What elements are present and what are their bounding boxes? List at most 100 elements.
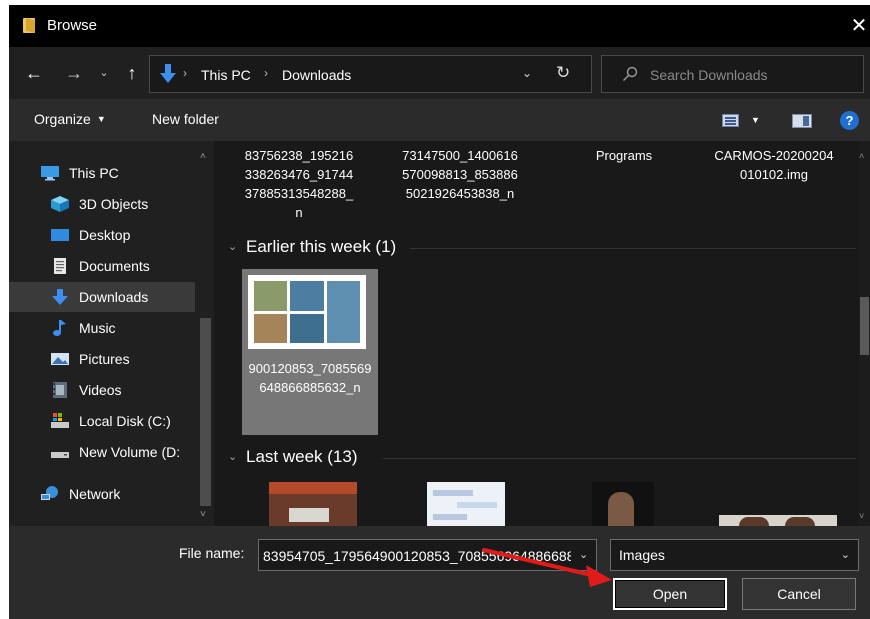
chevron-down-icon: ⌄ (228, 241, 238, 253)
file-list: 83756238_195216338263476_917443788531354… (214, 141, 870, 526)
sidebar-item-label: 3D Objects (79, 196, 149, 212)
chevron-down-icon: ⌄ (840, 549, 850, 561)
open-button[interactable]: Open (613, 578, 727, 610)
sidebar-item-label: Documents (79, 258, 150, 274)
search-icon (623, 66, 638, 81)
file-item[interactable]: CARMOS-20200204010102.img (712, 146, 836, 184)
file-type-value: Images (619, 547, 665, 563)
scroll-down-icon[interactable]: ˅ (859, 511, 864, 521)
sidebar-item-pictures[interactable]: Pictures (9, 344, 195, 374)
image-thumbnail[interactable] (719, 515, 837, 526)
sidebar-item-label: Downloads (79, 289, 149, 305)
sidebar-item-label: Music (79, 320, 116, 336)
group-divider (410, 248, 856, 249)
window-title: Browse (47, 17, 98, 34)
pictures-icon (51, 353, 69, 365)
sidebar-item-downloads[interactable]: Downloads (9, 282, 195, 312)
group-divider (383, 458, 856, 459)
view-options-icon[interactable] (722, 114, 739, 127)
sidebar-item-label: This PC (69, 165, 119, 181)
sidebar-item-local-disk-c[interactable]: Local Disk (C:) (9, 406, 195, 436)
file-item[interactable]: 83756238_195216338263476_917443788531354… (244, 146, 354, 222)
title-bar: Browse ✕ (9, 5, 870, 47)
breadcrumb-downloads[interactable]: Downloads (282, 67, 351, 83)
file-list-scrollbar[interactable]: ˄ ˅ (859, 141, 870, 526)
sidebar-item-music[interactable]: Music (9, 313, 195, 343)
up-button[interactable]: ↑ (121, 60, 143, 86)
preview-pane-icon[interactable] (792, 114, 812, 128)
group-header-label: Last week (13) (246, 447, 358, 466)
sidebar-item-label: Local Disk (C:) (79, 413, 171, 429)
folder-icon (23, 18, 35, 33)
file-name-label: File name: (179, 545, 245, 561)
scrollbar-thumb[interactable] (200, 318, 211, 506)
sidebar-item-label: New Volume (D: (79, 444, 181, 460)
drive-c-icon (51, 413, 69, 428)
command-bar: Organize ▼ New folder ▼ ? (9, 99, 870, 141)
sidebar-item-this-pc[interactable]: This PC (9, 158, 195, 188)
group-header-label: Earlier this week (1) (246, 237, 397, 256)
sidebar-item-label: Videos (79, 382, 122, 398)
file-name-combobox[interactable]: ⌄ (258, 539, 597, 571)
navigation-row: ← → ⌄ ↑ › This PC › Downloads ⌄ ↻ (9, 47, 870, 99)
comic-thumbnail (248, 275, 366, 349)
new-folder-button[interactable]: New folder (152, 111, 219, 127)
download-icon (160, 64, 176, 83)
navigation-pane: This PC 3D Objects Desktop Documents Dow… (9, 141, 214, 526)
group-header-last-week[interactable]: ⌄ Last week (13) (228, 446, 856, 470)
forward-button[interactable]: → (63, 60, 85, 86)
navigation-scrollbar[interactable]: ˄ ˅ (197, 141, 214, 526)
view-menu-button[interactable]: ▼ (751, 115, 760, 125)
recent-locations-button[interactable]: ⌄ (97, 60, 111, 86)
scroll-up-icon[interactable]: ˄ (859, 151, 864, 161)
document-icon (54, 258, 66, 274)
address-dropdown-button[interactable]: ⌄ (522, 66, 532, 80)
cancel-button[interactable]: Cancel (742, 578, 856, 610)
browse-dialog: Browse ✕ ← → ⌄ ↑ › This PC › Downloads ⌄… (9, 5, 870, 619)
file-name-label: 900120853_7085569648866885632_n (248, 361, 372, 395)
group-header-earlier-this-week[interactable]: ⌄ Earlier this week (1) (228, 236, 856, 260)
breadcrumb-separator: › (183, 66, 187, 80)
caret-down-icon: ▼ (96, 114, 106, 124)
image-thumbnail[interactable] (269, 482, 357, 526)
organize-label: Organize (34, 111, 91, 127)
sidebar-item-label: Pictures (79, 351, 130, 367)
back-button[interactable]: ← (23, 60, 45, 86)
monitor-icon (41, 166, 59, 181)
help-icon[interactable]: ? (840, 111, 859, 130)
scrollbar-thumb[interactable] (860, 297, 869, 355)
download-icon (52, 289, 68, 305)
scroll-down-icon[interactable]: ˅ (200, 509, 206, 520)
file-item[interactable]: 73147500_1400616570098813_85388650219264… (401, 146, 519, 203)
search-input[interactable] (650, 65, 850, 85)
file-item-selected[interactable]: 900120853_7085569648866885632_n (242, 269, 378, 435)
address-bar[interactable]: › This PC › Downloads ⌄ ↻ (149, 55, 592, 93)
video-icon (53, 382, 67, 398)
sidebar-item-label: Desktop (79, 227, 131, 243)
cube-icon (51, 196, 69, 212)
sidebar-item-documents[interactable]: Documents (9, 251, 195, 281)
search-box[interactable] (601, 55, 864, 93)
sidebar-item-network[interactable]: Network (9, 479, 195, 509)
image-thumbnail[interactable] (592, 482, 654, 526)
sidebar-item-3d-objects[interactable]: 3D Objects (9, 189, 195, 219)
breadcrumb-this-pc[interactable]: This PC (201, 67, 251, 83)
sidebar-item-desktop[interactable]: Desktop (9, 220, 195, 250)
file-type-select[interactable]: Images ⌄ (610, 539, 859, 571)
refresh-button[interactable]: ↻ (556, 63, 570, 83)
image-thumbnail[interactable] (427, 482, 505, 526)
folder-item-programs[interactable]: Programs (569, 146, 679, 165)
chevron-down-icon[interactable]: ⌄ (579, 548, 588, 561)
chevron-down-icon: ⌄ (228, 451, 238, 463)
file-name-input[interactable] (263, 546, 571, 566)
music-icon (53, 320, 66, 336)
bottom-bar: File name: ⌄ Images ⌄ Open Cancel (9, 526, 870, 619)
breadcrumb-separator: › (264, 66, 268, 80)
sidebar-item-videos[interactable]: Videos (9, 375, 195, 405)
close-button[interactable]: ✕ (848, 11, 870, 41)
drive-icon (51, 452, 69, 458)
scroll-up-icon[interactable]: ˄ (200, 151, 206, 162)
sidebar-item-new-volume-d[interactable]: New Volume (D: (9, 437, 195, 467)
network-icon (41, 486, 58, 500)
organize-button[interactable]: Organize ▼ (34, 111, 106, 127)
